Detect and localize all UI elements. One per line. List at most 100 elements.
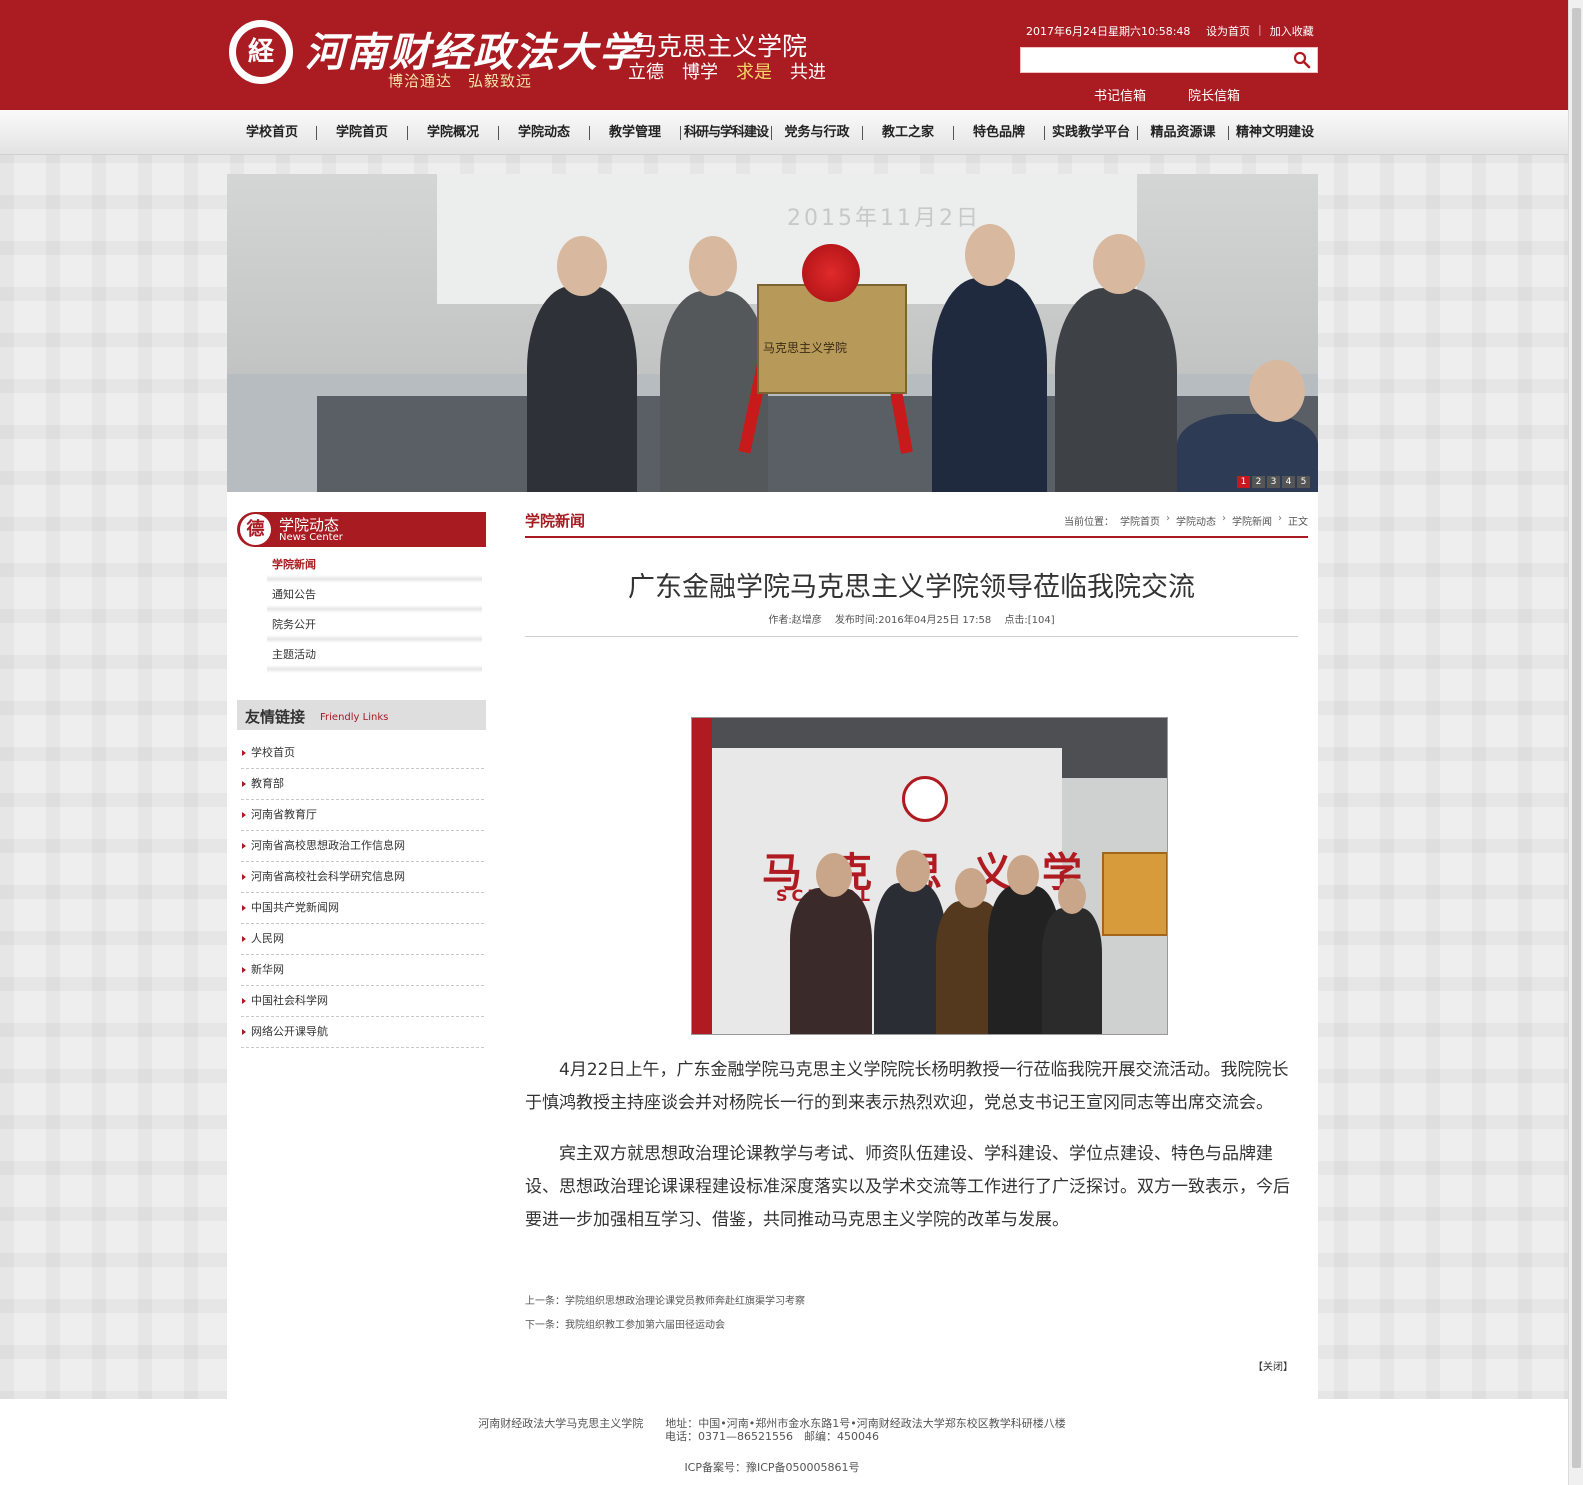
breadcrumb-item[interactable]: 学院动态 bbox=[1176, 513, 1216, 528]
value-item: 立德 bbox=[628, 62, 664, 83]
next-label: 下一条： bbox=[525, 1320, 565, 1331]
search-icon[interactable] bbox=[1293, 51, 1311, 69]
article-photo: 马克思义学 SCHOOL bbox=[691, 717, 1168, 1035]
breadcrumb-label: 当前位置： bbox=[1064, 517, 1114, 528]
school-values: 立德 博学 求是 共进 bbox=[628, 58, 826, 84]
sidebar-item-affairs[interactable]: 院务公开 bbox=[267, 613, 482, 643]
person-head bbox=[557, 236, 607, 296]
friendly-link[interactable]: 中国社会科学网 bbox=[241, 986, 484, 1017]
column-divider bbox=[525, 536, 1308, 538]
friendly-link[interactable]: 河南省高校社会科学研究信息网 bbox=[241, 862, 484, 893]
breadcrumb-chevron-icon: › bbox=[1166, 513, 1170, 524]
friendly-link[interactable]: 新华网 bbox=[241, 955, 484, 986]
nav-item-overview[interactable]: 学院概况 bbox=[408, 110, 498, 155]
person-head bbox=[1058, 878, 1086, 914]
breadcrumb: 当前位置： 学院首页 › 学院动态 › 学院新闻 › 正文 bbox=[1064, 513, 1308, 528]
nav-item-research[interactable]: 科研与学科建设 bbox=[681, 110, 771, 155]
friendly-link[interactable]: 教育部 bbox=[241, 769, 484, 800]
nav-item-party-admin[interactable]: 党务与行政 bbox=[772, 110, 862, 155]
university-motto: 博洽通达 弘毅致远 bbox=[388, 72, 533, 90]
footer-contact: 电话：0371—86521556 邮编：450046 bbox=[665, 1430, 879, 1443]
site-header: 経 河南财经政法大学 博洽通达 弘毅致远 马克思主义学院 立德 博学 求是 共进… bbox=[0, 0, 1568, 110]
person-figure bbox=[790, 888, 872, 1034]
next-article-link[interactable]: 我院组织教工参加第六届田径运动会 bbox=[565, 1320, 725, 1331]
article-date: 发布时间:2016年04月25日 17:58 bbox=[834, 615, 992, 626]
friendly-link[interactable]: 人民网 bbox=[241, 924, 484, 955]
nav-item-courses[interactable]: 精品资源课 bbox=[1138, 110, 1228, 155]
footer-icp[interactable]: ICP备案号：豫ICP备050005861号 bbox=[0, 1459, 1544, 1475]
scrollbar-thumb[interactable] bbox=[1572, 8, 1581, 1468]
slide-dot[interactable]: 3 bbox=[1267, 476, 1280, 488]
prev-next-nav: 上一条：学院组织思想政治理论课党员教师奔赴红旗渠学习考察 下一条：我院组织教工参… bbox=[525, 1290, 805, 1338]
slide-dot[interactable]: 5 bbox=[1297, 476, 1310, 488]
search-box bbox=[1020, 47, 1318, 73]
breadcrumb-chevron-icon: › bbox=[1222, 513, 1226, 524]
sidebar-item-notices[interactable]: 通知公告 bbox=[267, 583, 482, 613]
sidebar-item-themes[interactable]: 主题活动 bbox=[267, 643, 482, 673]
person-head bbox=[816, 853, 852, 897]
banner-screen-date: 2015年11月2日 bbox=[787, 206, 981, 231]
person-head bbox=[1249, 360, 1305, 422]
friendly-links-list: 学校首页 教育部 河南省教育厅 河南省高校思想政治工作信息网 河南省高校社会科学… bbox=[241, 738, 484, 1048]
person-figure bbox=[932, 278, 1047, 492]
main-nav: 学校首页 学院首页 学院概况 学院动态 教学管理 科研与学科建设 党务与行政 教… bbox=[0, 110, 1568, 155]
set-home-link[interactable]: 设为首页 bbox=[1206, 23, 1250, 39]
current-datetime: 2017年6月24日星期六10:58:48 bbox=[1026, 25, 1191, 38]
site-footer: 河南财经政法大学马克思主义学院 地址：中国•河南•郑州市金水东路1号•河南财经政… bbox=[0, 1399, 1568, 1485]
friendly-link[interactable]: 网络公开课导航 bbox=[241, 1017, 484, 1048]
sidebar-section-title-en: News Center bbox=[279, 532, 343, 543]
mailbox-links: 书记信箱 院长信箱 bbox=[1094, 85, 1240, 104]
nav-item-college-home[interactable]: 学院首页 bbox=[317, 110, 407, 155]
person-head bbox=[1007, 855, 1039, 895]
article-divider bbox=[525, 636, 1298, 637]
slide-dot-active[interactable]: 1 bbox=[1237, 476, 1250, 488]
friendly-links-title-en: Friendly Links bbox=[320, 712, 389, 723]
secretary-mailbox-link[interactable]: 书记信箱 bbox=[1094, 85, 1146, 104]
add-favorite-link[interactable]: 加入收藏 bbox=[1270, 23, 1314, 39]
nav-item-practice[interactable]: 实践教学平台 bbox=[1045, 110, 1137, 155]
person-head bbox=[689, 236, 737, 296]
nav-item-teaching[interactable]: 教学管理 bbox=[590, 110, 680, 155]
red-silk-flower bbox=[802, 244, 860, 302]
friendly-links-title: 友情链接 bbox=[245, 708, 306, 726]
nav-item-staff-home[interactable]: 教工之家 bbox=[863, 110, 953, 155]
prev-article: 上一条：学院组织思想政治理论课党员教师奔赴红旗渠学习考察 bbox=[525, 1290, 805, 1314]
breadcrumb-item[interactable]: 学院新闻 bbox=[1232, 513, 1272, 528]
article-body: 4月22日上午，广东金融学院马克思主义学院院长杨明教授一行莅临我院开展交流活动。… bbox=[525, 1054, 1300, 1255]
person-head bbox=[1093, 234, 1145, 294]
nav-item-school-home[interactable]: 学校首页 bbox=[228, 110, 316, 155]
slide-dot[interactable]: 4 bbox=[1282, 476, 1295, 488]
page-scrollbar[interactable] bbox=[1568, 0, 1583, 1485]
value-item-highlight: 求是 bbox=[736, 62, 772, 83]
nav-item-civilization[interactable]: 精神文明建设 bbox=[1229, 110, 1321, 155]
friendly-link[interactable]: 河南省高校思想政治工作信息网 bbox=[241, 831, 484, 862]
sidebar-item-college-news[interactable]: 学院新闻 bbox=[267, 553, 482, 583]
friendly-links-header: 友情链接 Friendly Links bbox=[237, 700, 486, 730]
article-clicks: 点击:[104] bbox=[1004, 615, 1055, 626]
search-input[interactable] bbox=[1023, 50, 1285, 70]
nav-item-brand[interactable]: 特色品牌 bbox=[954, 110, 1044, 155]
prev-article-link[interactable]: 学院组织思想政治理论课党员教师奔赴红旗渠学习考察 bbox=[565, 1296, 805, 1307]
sidebar-menu: 学院新闻 通知公告 院务公开 主题活动 bbox=[267, 553, 482, 673]
person-head bbox=[955, 868, 987, 908]
article-meta: 作者:赵增彦 发布时间:2016年04月25日 17:58 点击:[104] bbox=[525, 611, 1298, 626]
value-item: 共进 bbox=[790, 62, 826, 83]
friendly-link[interactable]: 中国共产党新闻网 bbox=[241, 893, 484, 924]
notice-board bbox=[1102, 852, 1167, 936]
university-emblem-icon bbox=[902, 776, 948, 822]
link-separator: | bbox=[1258, 23, 1262, 36]
breadcrumb-chevron-icon: › bbox=[1278, 513, 1282, 524]
banner-slideshow[interactable]: 2015年11月2日 马克思主义学院 1 2 3 4 5 bbox=[227, 174, 1318, 492]
friendly-link[interactable]: 学校首页 bbox=[241, 738, 484, 769]
close-button[interactable]: 【关闭】 bbox=[1253, 1358, 1293, 1373]
university-seal-logo[interactable]: 経 bbox=[229, 20, 293, 84]
person-figure bbox=[1055, 288, 1177, 492]
slide-dot[interactable]: 2 bbox=[1252, 476, 1265, 488]
friendly-link[interactable]: 河南省教育厅 bbox=[241, 800, 484, 831]
sidebar-badge-icon: 德 bbox=[240, 514, 271, 545]
sidebar-section-header: 德 学院动态 News Center bbox=[237, 512, 486, 547]
column-title: 学院新闻 bbox=[525, 512, 586, 530]
nav-item-news[interactable]: 学院动态 bbox=[499, 110, 589, 155]
dean-mailbox-link[interactable]: 院长信箱 bbox=[1188, 85, 1240, 104]
breadcrumb-item[interactable]: 学院首页 bbox=[1120, 513, 1160, 528]
